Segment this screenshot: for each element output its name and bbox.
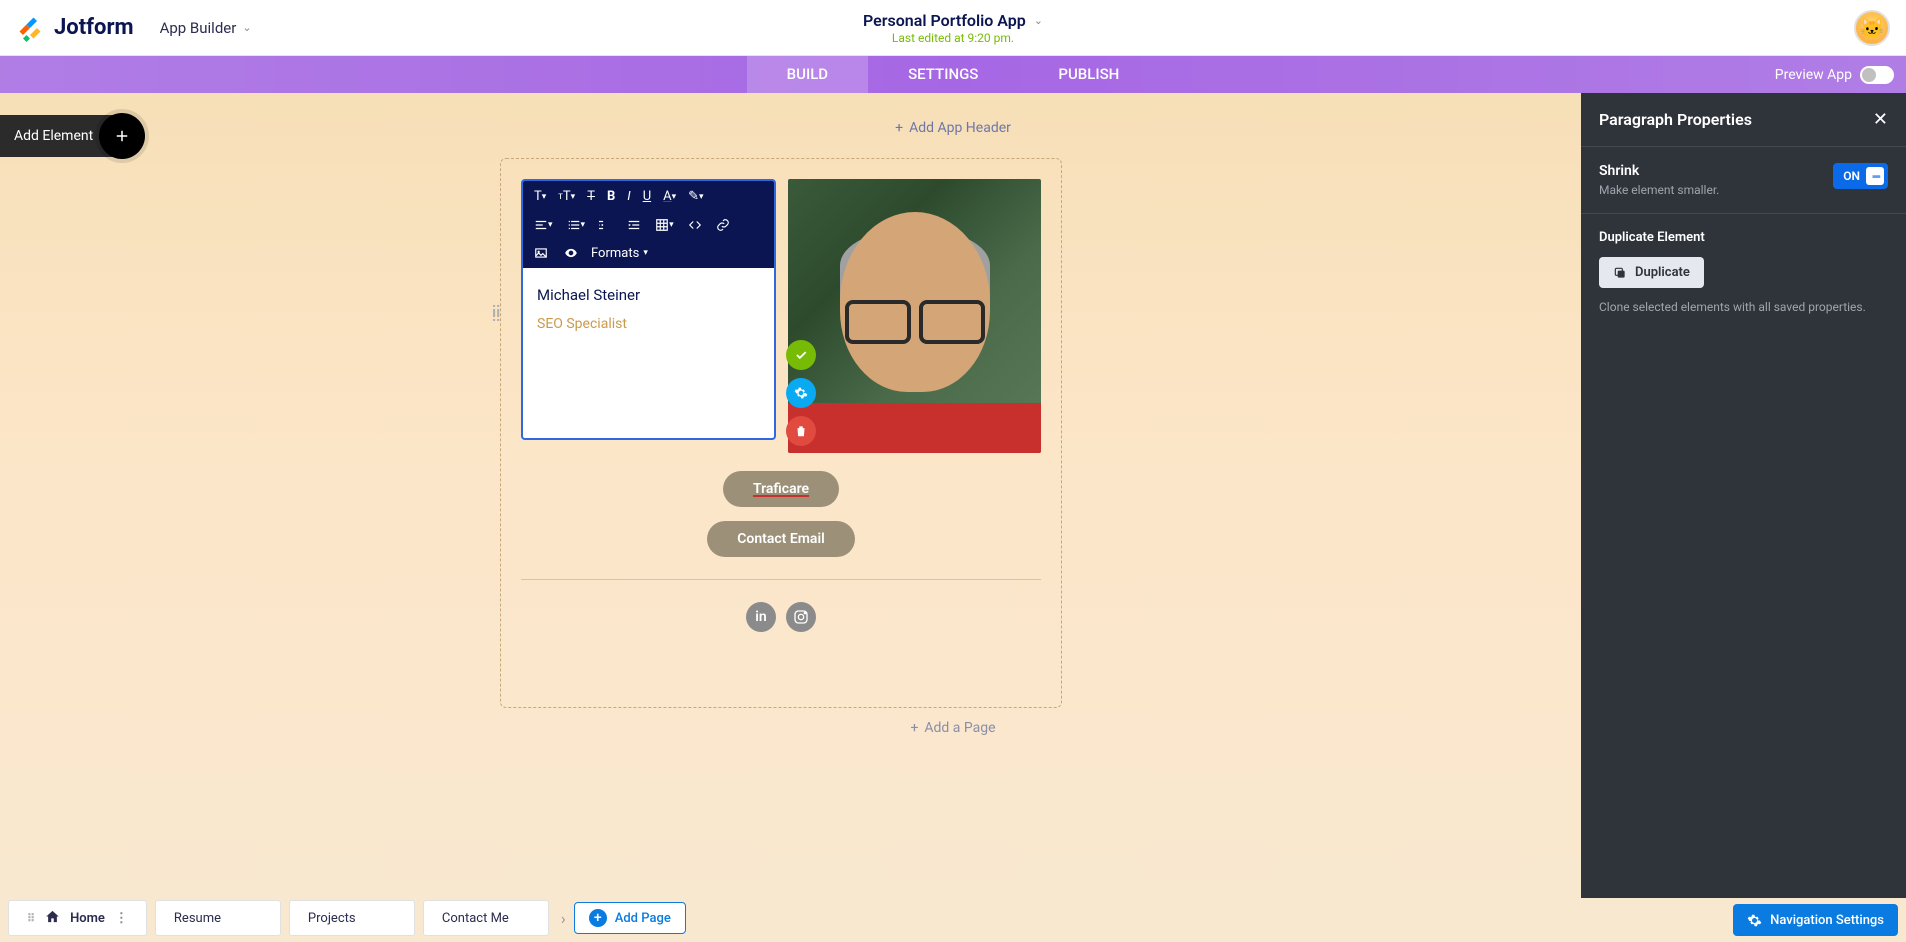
tab-settings[interactable]: SETTINGS — [868, 56, 1018, 93]
add-app-header-label: Add App Header — [909, 120, 1011, 136]
profile-photo[interactable] — [788, 179, 1041, 453]
divider — [521, 579, 1041, 580]
properties-panel: Paragraph Properties ✕ Shrink Make eleme… — [1581, 93, 1906, 898]
bold-icon[interactable]: B — [604, 187, 618, 206]
shrink-toggle[interactable]: ON — [1833, 163, 1888, 189]
props-header: Paragraph Properties ✕ — [1581, 93, 1906, 147]
indent-icon[interactable] — [624, 216, 644, 234]
gear-icon — [1747, 913, 1762, 928]
shrink-description: Make element smaller. — [1599, 183, 1719, 197]
plus-circle-icon: + — [589, 909, 607, 927]
code-icon[interactable] — [685, 216, 705, 234]
plus-icon: + — [910, 720, 918, 736]
toggle-handle-icon — [1866, 167, 1884, 185]
editor-content-area[interactable]: Michael Steiner SEO Specialist — [523, 268, 774, 438]
instagram-icon[interactable] — [786, 602, 816, 632]
page-tab-contact[interactable]: Contact Me — [423, 900, 549, 936]
logo[interactable]: Jotform — [16, 14, 134, 42]
duplicate-button[interactable]: Duplicate — [1599, 257, 1704, 288]
drag-handle-icon[interactable]: ⠿⠿ — [491, 309, 499, 321]
shrink-label: Shrink — [1599, 163, 1719, 179]
page-tab-projects[interactable]: Projects — [289, 900, 415, 936]
paragraph-name: Michael Steiner — [537, 286, 760, 304]
list-icon[interactable]: ▾ — [564, 216, 589, 234]
chevron-down-icon[interactable]: ⌄ — [1034, 14, 1043, 27]
add-a-page-link[interactable]: + Add a Page — [910, 720, 995, 736]
preview-app-label: Preview App — [1775, 67, 1852, 83]
duplicate-icon — [1613, 266, 1627, 280]
text-transform-icon[interactable]: ᴛT▾ — [555, 187, 578, 206]
page-tab-home-label: Home — [70, 911, 105, 926]
nav-settings-label: Navigation Settings — [1770, 913, 1884, 928]
pages-bar: ⠿ Home ⋮ Resume Projects Contact Me › + … — [8, 900, 686, 936]
traficare-button[interactable]: Traficare — [723, 471, 839, 507]
logo-text: Jotform — [54, 15, 134, 40]
props-title: Paragraph Properties — [1599, 110, 1752, 129]
main-nav: BUILD SETTINGS PUBLISH Preview App — [0, 56, 1906, 93]
app-title[interactable]: Personal Portfolio App — [863, 11, 1026, 30]
add-a-page-label: Add a Page — [924, 720, 995, 736]
font-size-icon[interactable]: T▾ — [531, 187, 549, 206]
tab-build[interactable]: BUILD — [747, 56, 868, 93]
page-tab-contact-label: Contact Me — [442, 911, 509, 926]
element-side-actions — [786, 340, 816, 446]
add-page-button[interactable]: + Add Page — [574, 902, 686, 934]
avatar[interactable] — [1854, 10, 1890, 46]
paragraph-role: SEO Specialist — [537, 316, 760, 332]
element-settings-button[interactable] — [786, 378, 816, 408]
paragraph-element-selected[interactable]: T▾ ᴛT▾ T B I U A▾ ✎▾ ▾ ▾ ▾ — [521, 179, 776, 440]
home-icon — [45, 909, 60, 928]
plus-icon — [99, 113, 145, 159]
navigation-settings-button[interactable]: Navigation Settings — [1733, 904, 1898, 936]
outdent-icon[interactable] — [596, 216, 616, 234]
social-row: in — [521, 602, 1041, 632]
app-builder-dropdown[interactable]: App Builder ⌄ — [160, 19, 252, 37]
toggle-on-label: ON — [1843, 169, 1860, 183]
text-color-icon[interactable]: A▾ — [660, 187, 679, 206]
top-header: Jotform App Builder ⌄ Personal Portfolio… — [0, 0, 1906, 56]
page-tab-projects-label: Projects — [308, 911, 356, 926]
align-icon[interactable]: ▾ — [531, 216, 556, 234]
jotform-logo-icon — [16, 14, 44, 42]
tab-publish[interactable]: PUBLISH — [1018, 56, 1159, 93]
duplicate-element-label: Duplicate Element — [1599, 230, 1888, 245]
rich-text-toolbar: T▾ ᴛT▾ T B I U A▾ ✎▾ ▾ ▾ ▾ — [523, 181, 774, 268]
more-icon[interactable]: ⋮ — [115, 911, 128, 926]
add-page-label: Add Page — [615, 911, 671, 926]
delete-button[interactable] — [786, 416, 816, 446]
image-icon[interactable] — [531, 244, 551, 262]
app-canvas: ⠿⠿ T▾ ᴛT▾ T B I U A▾ ✎▾ ▾ ▾ ▾ — [500, 158, 1062, 708]
preview-app-toggle-area: Preview App — [1775, 66, 1894, 84]
page-scroll-right-icon[interactable]: › — [561, 909, 566, 928]
duplicate-description: Clone selected elements with all saved p… — [1599, 300, 1888, 314]
add-element-button[interactable]: Add Element — [0, 115, 143, 157]
chevron-down-icon: ⌄ — [242, 21, 251, 34]
contact-email-button[interactable]: Contact Email — [707, 521, 854, 557]
duplicate-btn-label: Duplicate — [1635, 265, 1690, 280]
strikethrough-icon[interactable]: T — [584, 187, 598, 206]
preview-toggle[interactable] — [1860, 66, 1894, 84]
app-title-block: Personal Portfolio App ⌄ Last edited at … — [863, 11, 1043, 45]
italic-icon[interactable]: I — [624, 187, 633, 206]
drag-handle-icon[interactable]: ⠿ — [27, 912, 35, 925]
add-element-label: Add Element — [14, 128, 93, 144]
plus-icon: + — [895, 120, 903, 136]
page-tab-home[interactable]: ⠿ Home ⋮ — [8, 900, 147, 936]
close-icon[interactable]: ✕ — [1873, 109, 1888, 130]
highlight-icon[interactable]: ✎▾ — [685, 187, 706, 206]
linkedin-icon[interactable]: in — [746, 602, 776, 632]
formats-label: Formats — [591, 246, 639, 261]
table-icon[interactable]: ▾ — [652, 216, 677, 234]
last-edited: Last edited at 9:20 pm. — [863, 31, 1043, 45]
page-tab-resume-label: Resume — [174, 911, 221, 926]
confirm-button[interactable] — [786, 340, 816, 370]
formats-dropdown[interactable]: Formats ▾ — [591, 246, 648, 261]
add-app-header-link[interactable]: + Add App Header — [895, 120, 1011, 136]
underline-icon[interactable]: U — [640, 187, 654, 206]
preview-icon[interactable] — [561, 244, 581, 262]
app-builder-label: App Builder — [160, 19, 237, 37]
nav-tabs: BUILD SETTINGS PUBLISH — [747, 56, 1160, 93]
page-tab-resume[interactable]: Resume — [155, 900, 281, 936]
link-icon[interactable] — [713, 216, 733, 234]
